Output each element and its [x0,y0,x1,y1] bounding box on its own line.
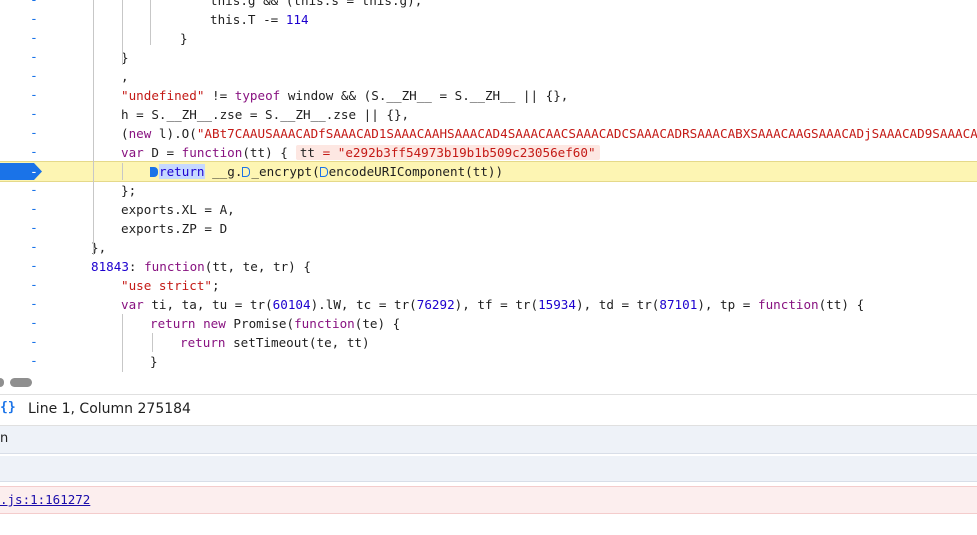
code-line[interactable]: - }, [0,238,977,257]
gutter-marker: - [30,297,38,312]
code-editor[interactable]: - this.g && (this.s = this.g), - this.T … [0,0,977,372]
section-label: n [0,431,9,446]
code-line[interactable]: - 81843: function(tt, te, tr) { [0,257,977,276]
error-row: .js:1:161272 [0,486,977,514]
gutter-marker: - [30,50,38,65]
code-line[interactable]: - "undefined" != typeof window && (S.__Z… [0,86,977,105]
code-line[interactable]: - exports.ZP = D [0,219,977,238]
code-line[interactable]: - h = S.__ZH__.zse = S.__ZH__.zse || {}, [0,105,977,124]
gutter-marker: - [30,240,38,255]
gutter-marker: - [30,145,38,160]
gutter-marker: - [30,335,38,350]
gutter-marker: - [30,126,38,141]
gutter-marker: - [30,107,38,122]
scrollbar-thumb[interactable] [10,378,32,387]
code-line[interactable]: - (new l).O("ABt7CAAUSAAACADfSAAACAD1SAA… [0,124,977,143]
gutter-marker: - [30,0,38,8]
breakpoint-marker[interactable]: - [0,163,42,180]
code-line[interactable]: - var D = function(tt) {tt = "e292b3ff54… [0,143,977,162]
code-line[interactable]: - } [0,29,977,48]
pretty-print-icon[interactable]: {} [0,400,16,415]
gutter-marker: - [30,259,38,274]
code-line[interactable]: - var ti, ta, tu = tr(60104).lW, tc = tr… [0,295,977,314]
gutter-marker: - [30,88,38,103]
step-marker-icon[interactable] [150,167,158,177]
code-line[interactable]: - } [0,352,977,371]
gutter-marker: - [30,278,38,293]
paused-execution-line[interactable]: - return __g. _encrypt(encodeURIComponent… [0,161,977,182]
code-line[interactable]: - this.T -= 114 [0,10,977,29]
gutter-marker: - [30,12,38,27]
code-line[interactable]: - "use strict"; [0,276,977,295]
gutter-marker: - [30,183,38,198]
gutter-marker: - [30,202,38,217]
svg-text:-: - [30,165,38,180]
code-line[interactable]: - } [0,48,977,67]
panel-section-header[interactable]: n [0,426,977,454]
gutter-marker: - [30,69,38,84]
inline-value-badge: tt = "e292b3ff54973b19b1b509c23056ef60" [295,145,600,160]
code-line[interactable]: - this.g && (this.s = this.g), [0,0,977,10]
panel-section-header[interactable] [0,456,977,482]
gutter-marker: - [30,354,38,369]
cursor-position: Line 1, Column 275184 [28,401,191,417]
step-marker-icon[interactable] [319,167,328,177]
code-line[interactable]: - exports.XL = A, [0,200,977,219]
horizontal-scrollbar[interactable] [0,373,977,393]
code-line[interactable]: - }; [0,181,977,200]
editor-status-bar: {} Line 1, Column 275184 [0,394,977,426]
source-location-link[interactable]: .js:1:161272 [0,492,90,507]
step-marker-icon[interactable] [242,167,251,177]
code-line[interactable]: - , [0,67,977,86]
code-line[interactable]: - return setTimeout(te, tt) [0,333,977,352]
scroll-left-indicator [0,378,4,387]
gutter-marker: - [30,221,38,236]
gutter-marker: - [30,31,38,46]
gutter-marker: - [30,316,38,331]
code-line[interactable]: - return new Promise(function(te) { [0,314,977,333]
